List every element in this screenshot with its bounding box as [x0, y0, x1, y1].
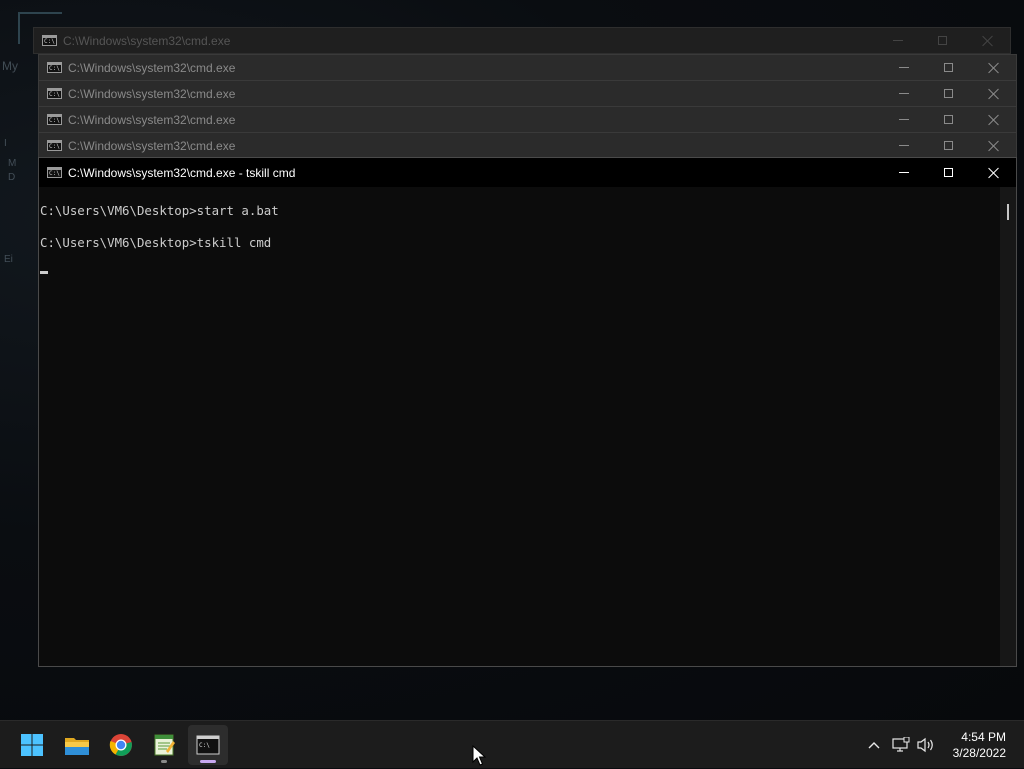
maximize-icon — [938, 36, 947, 45]
speaker-icon — [917, 737, 933, 753]
desktop-icon-label: M — [8, 158, 17, 169]
svg-text:C:\: C:\ — [199, 742, 210, 749]
maximize-icon — [944, 63, 953, 72]
close-button[interactable] — [971, 158, 1016, 187]
window-titlebar[interactable]: C:\ C:\Windows\system32\cmd.exe — [39, 133, 1016, 158]
show-hidden-icons-button[interactable] — [863, 721, 885, 769]
window-title: C:\Windows\system32\cmd.exe — [68, 138, 236, 153]
desktop-icon-label: Ei — [4, 254, 13, 265]
cmd-icon: C:\ — [47, 114, 62, 125]
minimize-icon — [898, 67, 909, 68]
clock-date: 3/28/2022 — [952, 746, 1006, 760]
window-title: C:\Windows\system32\cmd.exe — [68, 60, 236, 75]
folder-icon — [65, 738, 89, 755]
maximize-button[interactable] — [926, 158, 971, 187]
cmd-window-1[interactable]: C:\ C:\Windows\system32\cmd.exe — [38, 54, 1017, 81]
maximize-button[interactable] — [920, 28, 965, 53]
desktop-icon-label[interactable]: My — [2, 59, 18, 73]
chrome-button[interactable] — [101, 725, 141, 765]
minimize-button[interactable] — [881, 55, 926, 80]
mouse-cursor-icon — [472, 745, 486, 766]
windows-logo-icon — [21, 734, 43, 756]
system-clock[interactable]: 4:54 PM 3/28/2022 — [953, 729, 1006, 761]
volume-button[interactable] — [915, 721, 937, 769]
cmd-icon: C:\ — [47, 167, 62, 178]
notepad-app-button[interactable] — [144, 725, 184, 765]
text-cursor — [40, 271, 48, 274]
close-button[interactable] — [971, 81, 1016, 106]
cmd-icon: C:\ — [47, 62, 62, 73]
minimize-icon — [892, 40, 903, 41]
vertical-scrollbar[interactable] — [1000, 187, 1016, 666]
start-button[interactable] — [12, 725, 52, 765]
close-icon — [988, 88, 1000, 100]
minimize-button[interactable] — [875, 28, 920, 53]
cmd-window-3[interactable]: C:\ C:\Windows\system32\cmd.exe — [38, 106, 1017, 133]
window-title: C:\Windows\system32\cmd.exe — [68, 86, 236, 101]
close-icon — [982, 35, 994, 47]
window-titlebar[interactable]: C:\ C:\Windows\system32\cmd.exe — [39, 81, 1016, 106]
cmd-window-background[interactable]: C:\ C:\Windows\system32\cmd.exe — [33, 27, 1011, 54]
cmd-icon: C:\ — [47, 140, 62, 151]
cmd-icon: C:\ — [47, 88, 62, 99]
window-title: C:\Windows\system32\cmd.exe - tskill cmd — [68, 165, 296, 180]
maximize-icon — [944, 115, 953, 124]
scrollbar-thumb[interactable] — [1007, 204, 1009, 220]
running-indicator — [161, 760, 167, 763]
close-button[interactable] — [965, 28, 1010, 53]
minimize-button[interactable] — [881, 81, 926, 106]
taskbar: C:\ 4:54 PM 3/28/2022 — [0, 720, 1024, 768]
window-title: C:\Windows\system32\cmd.exe — [68, 112, 236, 127]
maximize-icon — [944, 168, 953, 177]
console-line: C:\Users\VM6\Desktop>start a.bat — [40, 203, 279, 218]
cmd-window-active[interactable]: C:\ C:\Windows\system32\cmd.exe - tskill… — [38, 157, 1017, 667]
network-icon — [892, 737, 910, 752]
close-icon — [988, 114, 1000, 126]
minimize-icon — [898, 172, 909, 173]
cmd-icon: C:\ — [42, 35, 57, 46]
close-icon — [988, 62, 1000, 74]
close-button[interactable] — [971, 55, 1016, 80]
maximize-button[interactable] — [926, 133, 971, 158]
close-button[interactable] — [971, 107, 1016, 132]
desktop-icon-label: I — [4, 138, 7, 149]
console-output[interactable]: C:\Users\VM6\Desktop>start a.bat C:\User… — [39, 187, 1000, 666]
network-button[interactable] — [890, 721, 912, 769]
minimize-button[interactable] — [881, 133, 926, 158]
minimize-icon — [898, 119, 909, 120]
window-titlebar[interactable]: C:\ C:\Windows\system32\cmd.exe — [34, 28, 1010, 53]
desktop-icon-label: D — [8, 172, 16, 183]
maximize-button[interactable] — [926, 107, 971, 132]
notepad-icon — [154, 734, 175, 756]
maximize-button[interactable] — [926, 55, 971, 80]
minimize-icon — [898, 93, 909, 94]
terminal-button[interactable]: C:\ — [188, 725, 228, 765]
window-titlebar[interactable]: C:\ C:\Windows\system32\cmd.exe — [39, 107, 1016, 132]
maximize-icon — [944, 89, 953, 98]
maximize-icon — [944, 141, 953, 150]
clock-time: 4:54 PM — [961, 730, 1006, 744]
minimize-button[interactable] — [881, 158, 926, 187]
window-title: C:\Windows\system32\cmd.exe — [63, 33, 231, 48]
cmd-taskbar-icon: C:\ — [196, 735, 220, 755]
active-indicator — [200, 760, 216, 763]
minimize-button[interactable] — [881, 107, 926, 132]
chevron-up-icon — [868, 742, 880, 749]
close-button[interactable] — [971, 133, 1016, 158]
close-icon — [988, 167, 1000, 179]
window-titlebar[interactable]: C:\ C:\Windows\system32\cmd.exe - tskill… — [39, 158, 1016, 187]
close-icon — [988, 140, 1000, 152]
window-titlebar[interactable]: C:\ C:\Windows\system32\cmd.exe — [39, 55, 1016, 80]
minimize-icon — [898, 145, 909, 146]
cmd-window-2[interactable]: C:\ C:\Windows\system32\cmd.exe — [38, 80, 1017, 107]
maximize-button[interactable] — [926, 81, 971, 106]
cmd-window-4[interactable]: C:\ C:\Windows\system32\cmd.exe — [38, 132, 1017, 159]
file-explorer-button[interactable] — [57, 725, 97, 765]
console-line: C:\Users\VM6\Desktop>tskill cmd — [40, 235, 272, 250]
chrome-icon — [109, 734, 132, 756]
